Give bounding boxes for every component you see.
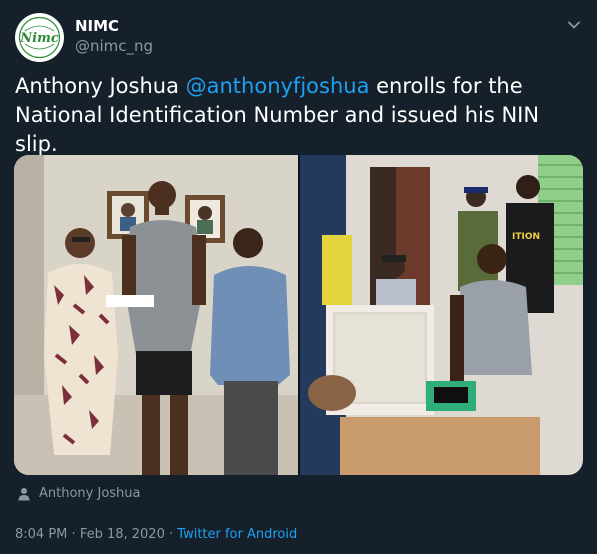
tweet-text-start: Anthony Joshua (15, 74, 186, 98)
photo-right[interactable]: ITION (300, 155, 583, 475)
tweet-meta: 8:04 PM · Feb 18, 2020 · Twitter for And… (15, 527, 297, 542)
meta-separator: · (169, 527, 174, 542)
tweet-card: Nimc NIMC @nimc_ng Anthony Joshua @antho… (0, 0, 597, 554)
tagged-people: Anthony Joshua (17, 486, 141, 501)
tweet-date[interactable]: Feb 18, 2020 (80, 527, 165, 542)
tagged-person-link[interactable]: Anthony Joshua (39, 486, 141, 501)
tweet-source-link[interactable]: Twitter for Android (177, 527, 297, 542)
tweet-media: ITION (14, 155, 583, 475)
meta-separator: · (71, 527, 76, 542)
chevron-down-icon[interactable] (565, 16, 583, 34)
photo-left[interactable] (14, 155, 298, 475)
account-handle[interactable]: @nimc_ng (75, 37, 153, 55)
tweet-text: Anthony Joshua @anthonyfjoshua enrolls f… (15, 72, 585, 159)
account-avatar[interactable]: Nimc (15, 13, 64, 62)
mention-link[interactable]: @anthonyfjoshua (186, 74, 370, 98)
avatar-logo-text: Nimc (19, 31, 59, 46)
account-name[interactable]: NIMC (75, 17, 119, 35)
person-icon (18, 487, 30, 500)
nimc-logo-icon: Nimc (15, 13, 64, 62)
svg-text:ITION: ITION (512, 232, 540, 242)
tweet-time[interactable]: 8:04 PM (15, 527, 67, 542)
